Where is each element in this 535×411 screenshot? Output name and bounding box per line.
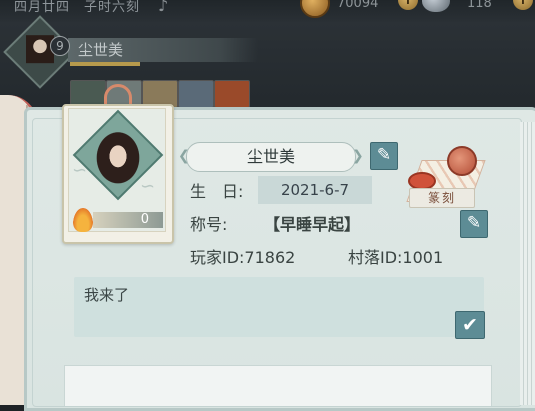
player-name: 尘世美 bbox=[186, 142, 356, 172]
background-exp-bar bbox=[70, 62, 140, 66]
pencil-icon: ✎ bbox=[466, 213, 482, 233]
title-value: 【早睡早起】 bbox=[264, 215, 361, 234]
coin-value: 70094 bbox=[337, 0, 379, 11]
game-date: 四月廿四 子时六刻 bbox=[14, 0, 141, 15]
title-label: 称号: bbox=[190, 215, 228, 234]
player-level-badge: 9 bbox=[50, 36, 70, 56]
checkmark-icon: ✔ bbox=[462, 314, 478, 336]
edit-title-button[interactable]: ✎ bbox=[460, 210, 488, 238]
flame-icon bbox=[73, 208, 93, 232]
birthday-value: 2021-6-7 bbox=[258, 176, 372, 204]
likes-count: 0 bbox=[93, 212, 163, 228]
add-gem-button[interactable]: + bbox=[513, 0, 533, 10]
lower-content-box bbox=[64, 365, 492, 406]
add-coin-button[interactable]: + bbox=[398, 0, 418, 10]
confirm-signature-button[interactable]: ✔ bbox=[455, 311, 485, 339]
birthday-label: 生 日: bbox=[190, 182, 244, 201]
cloud-swirl-icon: ∽ bbox=[140, 176, 156, 197]
seal-stamp-icon[interactable] bbox=[447, 146, 477, 176]
gem-value: 118 bbox=[467, 0, 492, 11]
page-edges bbox=[520, 122, 535, 405]
top-status-bar: 四月廿四 子时六刻 ♪ 70094 + 118 + bbox=[0, 0, 535, 22]
edit-name-button[interactable]: ✎ bbox=[370, 142, 398, 170]
seal-engrave-button[interactable]: 篆刻 bbox=[409, 188, 475, 208]
signature-text: 我来了 bbox=[84, 286, 130, 304]
signature-input[interactable] bbox=[74, 277, 484, 337]
village-id: 村落ID:1001 bbox=[348, 248, 444, 267]
pencil-icon: ✎ bbox=[376, 145, 392, 165]
sound-icon[interactable]: ♪ bbox=[158, 0, 168, 15]
background-player-name: 尘世美 bbox=[78, 41, 124, 59]
gem-icon bbox=[422, 0, 450, 12]
banner-right-ornament: ❯ bbox=[352, 148, 364, 164]
coin-icon bbox=[300, 0, 330, 18]
player-id: 玩家ID:71862 bbox=[190, 248, 296, 267]
